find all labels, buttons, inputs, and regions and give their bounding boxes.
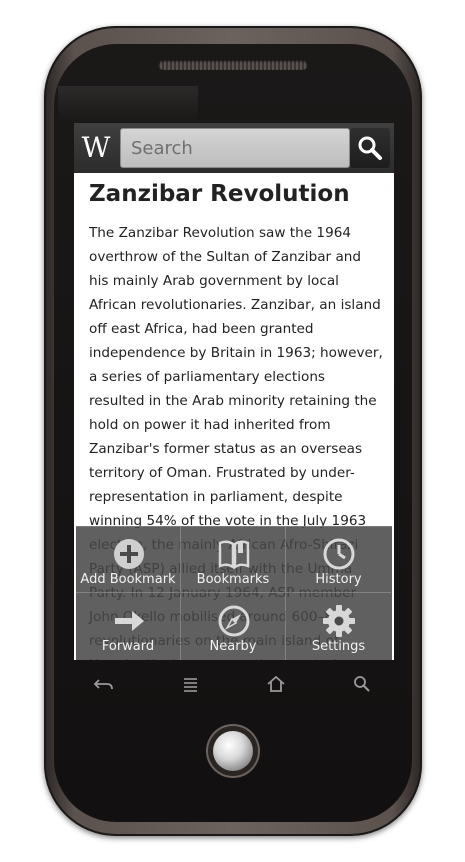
menu-label: Add Bookmark [80,572,176,587]
article-title: Zanzibar Revolution [89,181,350,207]
app-screen: W Zanzibar Revolution The Zanzibar Revol… [74,123,394,660]
magnifier-icon [358,136,382,160]
menu-label: Nearby [209,639,257,654]
menu-history[interactable]: History [286,527,391,593]
menu-label: History [315,572,362,587]
menu-nearby[interactable]: Nearby [181,594,286,660]
search-icon [354,676,370,692]
back-icon [93,679,113,690]
menu-label: Bookmarks [196,572,270,587]
menu-label: Forward [101,639,155,654]
arrow-right-icon [115,611,144,631]
earpiece-speaker [158,60,308,70]
menu-key[interactable] [146,662,232,708]
home-icon [267,675,285,692]
hardware-keys [60,662,406,708]
search-bar: W [74,123,394,173]
book-icon [218,540,250,570]
add-icon [114,539,144,569]
trackball[interactable] [213,731,253,771]
search-field[interactable] [120,128,350,168]
screen-glare [58,86,198,122]
search-input[interactable] [121,129,349,167]
menu-settings[interactable]: Settings [286,594,391,660]
wikipedia-logo-icon[interactable]: W [78,129,114,167]
menu-add-bookmark[interactable]: Add Bookmark [76,527,181,593]
gear-icon [323,605,355,637]
clock-icon [323,538,355,570]
menu-icon [184,678,197,692]
search-button[interactable] [350,128,390,168]
menu-label: Settings [311,639,366,654]
home-key[interactable] [232,662,318,708]
search-key[interactable] [318,662,404,708]
compass-icon [218,605,250,637]
back-key[interactable] [60,662,146,708]
menu-bookmarks[interactable]: Bookmarks [181,527,286,593]
menu-forward[interactable]: Forward [76,594,181,660]
options-menu: Add Bookmark Bookmarks History Forward N… [76,526,392,660]
